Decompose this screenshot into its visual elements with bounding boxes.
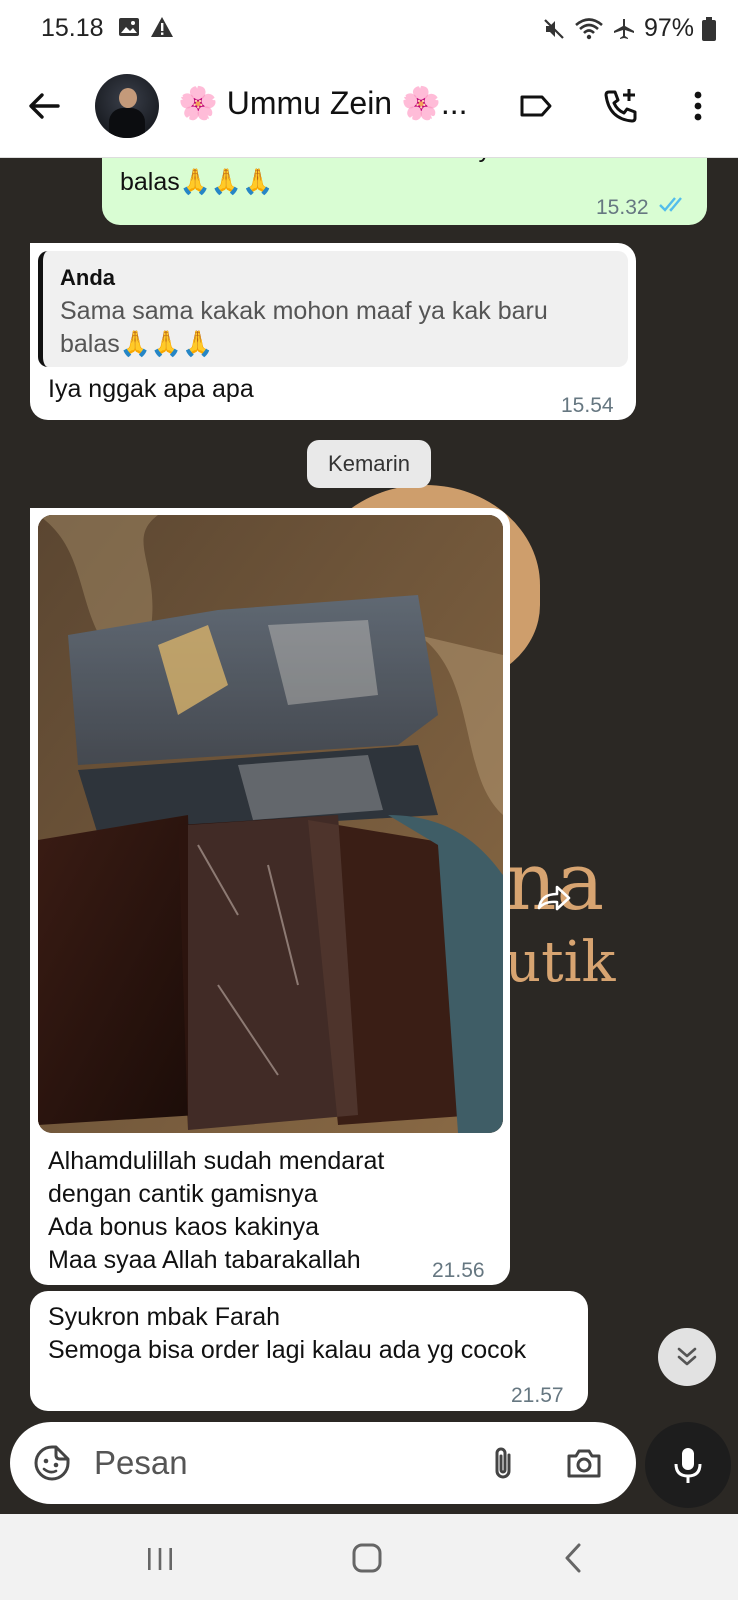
status-time: 15.18 xyxy=(41,14,104,42)
message-photo[interactable] xyxy=(38,515,503,1133)
mic-button[interactable] xyxy=(645,1422,731,1508)
paperclip-icon[interactable] xyxy=(483,1443,523,1483)
status-notification-icons xyxy=(118,16,174,38)
recent-apps-icon[interactable] xyxy=(138,1536,182,1580)
status-bar: 15.18 97% xyxy=(0,0,738,58)
wifi-icon xyxy=(575,17,603,39)
status-right: 97% xyxy=(542,14,716,43)
mute-icon xyxy=(544,18,564,39)
back-arrow-icon[interactable] xyxy=(24,86,64,126)
chat-header-content: 🌸 Ummu Zein 🌸... xyxy=(0,58,738,158)
message-text-line: Alhamdulillah sudah mendarat xyxy=(48,1147,385,1175)
message-time: 21.56 xyxy=(432,1259,485,1282)
label-button-icon[interactable] xyxy=(516,86,556,126)
message-text-line: Maa syaa Allah tabarakallah xyxy=(48,1246,361,1274)
message-text-line: dengan cantik gamisnya xyxy=(48,1180,318,1208)
chat-title[interactable]: 🌸 Ummu Zein 🌸... xyxy=(178,84,468,122)
message-text: Iya nggak apa apa xyxy=(48,375,254,403)
message-incoming[interactable]: Syukron mbak Farah Semoga bisa order lag… xyxy=(30,1291,588,1411)
double-chevron-down-icon xyxy=(677,1347,697,1366)
message-text-line: Ada bonus kaos kakinya xyxy=(48,1213,320,1241)
message-text-line: Syukron mbak Farah xyxy=(48,1303,281,1331)
message-text-line: Semoga bisa order lagi kalau ada yg coco… xyxy=(48,1336,527,1364)
warning-notification-icon xyxy=(151,17,173,37)
battery-icon xyxy=(702,16,716,41)
message-time: 21.57 xyxy=(511,1384,564,1407)
quote-text-line: balas🙏🙏🙏 xyxy=(60,330,214,358)
menu-button-icon[interactable] xyxy=(678,86,718,126)
call-button-icon[interactable] xyxy=(601,86,641,126)
message-incoming-reply[interactable]: Anda Sama sama kakak mohon maaf ya kak b… xyxy=(30,243,636,420)
message-composer xyxy=(10,1422,636,1504)
message-time: 15.32 xyxy=(596,196,649,219)
camera-icon[interactable] xyxy=(564,1443,604,1483)
forward-icon[interactable] xyxy=(533,878,573,918)
system-nav-bar xyxy=(0,1514,738,1600)
airplane-mode-icon xyxy=(613,18,634,39)
date-separator: Kemarin xyxy=(307,440,431,488)
wallpaper-text-2: utik xyxy=(505,930,616,995)
quote-text-line: Sama sama kakak mohon maaf ya kak baru xyxy=(60,297,548,325)
mic-icon xyxy=(674,1448,702,1483)
home-icon[interactable] xyxy=(345,1536,389,1580)
sticker-icon[interactable] xyxy=(32,1443,72,1483)
message-text-line: balas🙏🙏🙏 xyxy=(120,168,274,196)
scroll-to-bottom-button[interactable] xyxy=(658,1328,716,1386)
read-ticks-icon xyxy=(659,197,682,212)
quote-author: Anda xyxy=(60,265,115,290)
quoted-message[interactable]: Anda Sama sama kakak mohon maaf ya kak b… xyxy=(38,251,628,367)
gallery-notification-icon xyxy=(119,18,139,36)
battery-percent: 97% xyxy=(643,14,694,42)
avatar[interactable] xyxy=(95,74,159,138)
message-time: 15.54 xyxy=(561,394,614,417)
nav-back-icon[interactable] xyxy=(552,1536,596,1580)
message-input[interactable] xyxy=(94,1436,474,1490)
